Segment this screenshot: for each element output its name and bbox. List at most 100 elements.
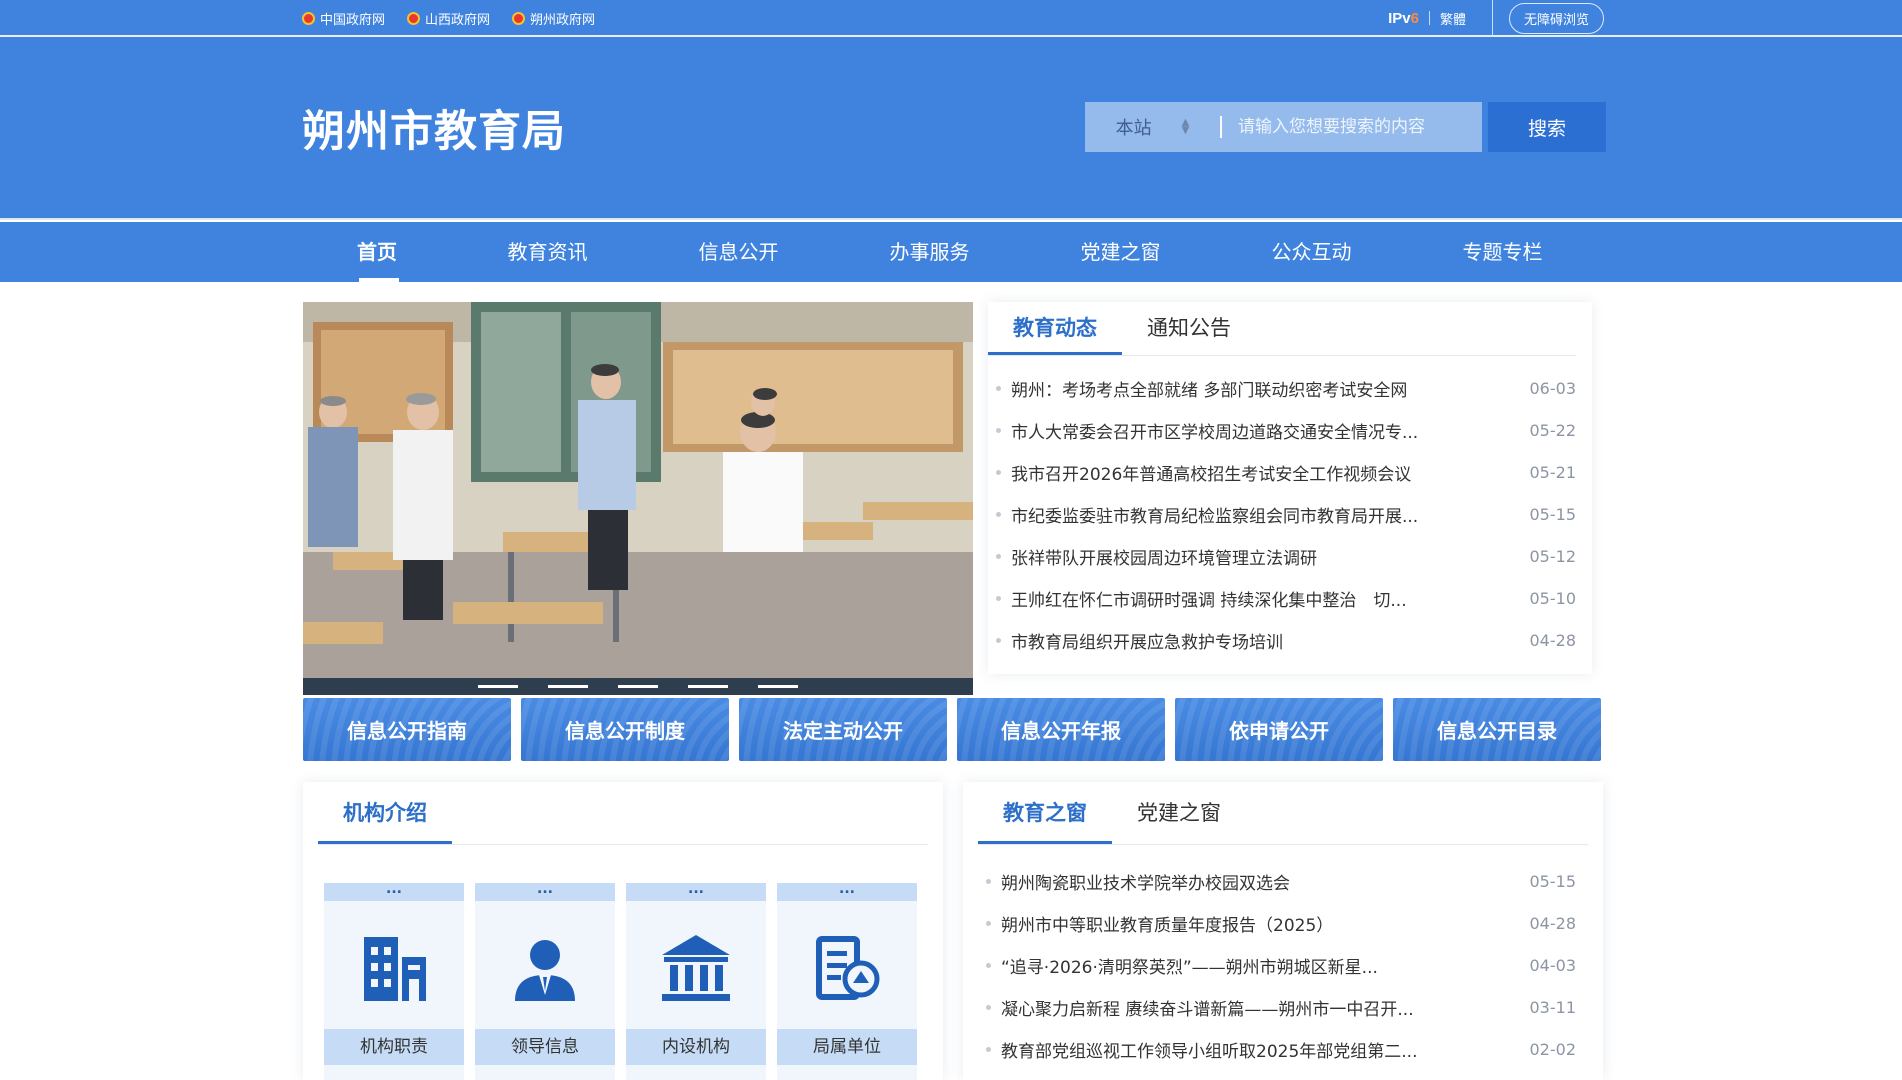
news-list: 朔州：考场考点全部就绪 多部门联动织密考试安全网 06-03 市人大常委会召开市区… (988, 367, 1576, 661)
more-dots-icon: ... (777, 882, 917, 901)
more-dots-icon: ... (324, 882, 464, 901)
news-carousel[interactable] (303, 302, 973, 695)
news-title: 王帅红在怀仁市调研时强调 持续深化集中整治 切... (996, 586, 1407, 611)
building-icon (364, 937, 426, 1001)
carousel-dot[interactable] (618, 685, 658, 688)
gov-links: 中国政府网 山西政府网 朔州政府网 (302, 0, 595, 36)
national-emblem-icon (302, 11, 315, 25)
news-panel: 教育动态 通知公告 朔州：考场考点全部就绪 多部门联动织密考试安全网 06-03 … (988, 302, 1592, 674)
nav-item-services[interactable]: 办事服务 (834, 222, 1025, 282)
org-card-label: 领导信息 (475, 1029, 615, 1065)
statutory-disclosure-button[interactable]: 法定主动公开 (739, 698, 947, 761)
accessible-browse-button[interactable]: 无障碍浏览 (1508, 2, 1604, 34)
news-date: 04-28 (1529, 913, 1577, 933)
top-right-tools: IPv6 繁體 无障碍浏览 (1388, 0, 1604, 36)
tab-org-intro[interactable]: 机构介绍 (318, 782, 452, 844)
nav-item-public-interaction[interactable]: 公众互动 (1216, 222, 1407, 282)
tab-education-news[interactable]: 教育动态 (988, 302, 1122, 355)
traditional-chinese-link[interactable]: 繁體 (1440, 9, 1466, 28)
carousel-dot[interactable] (478, 685, 518, 688)
info-guide-button[interactable]: 信息公开指南 (303, 698, 511, 761)
nav-items: 首页 教育资讯 信息公开 办事服务 党建之窗 公众互动 专题专栏 (302, 222, 1602, 282)
news-title: 凝心聚力启新程 赓续奋斗谱新篇——朔州市一中召开... (986, 995, 1414, 1020)
news-item[interactable]: 朔州：考场考点全部就绪 多部门联动织密考试安全网 06-03 (988, 367, 1576, 409)
window-tabs: 教育之窗 党建之窗 (978, 782, 1588, 845)
tab-notices[interactable]: 通知公告 (1122, 302, 1256, 355)
gov-link-shanxi[interactable]: 山西政府网 (407, 9, 490, 28)
select-arrows-icon: ▲ ▼ (1181, 117, 1190, 136)
news-title: 朔州：考场考点全部就绪 多部门联动织密考试安全网 (996, 376, 1407, 401)
news-item[interactable]: 市教育局组织开展应急救护专场培训 04-28 (988, 619, 1576, 661)
news-title: 市纪委监委驻市教育局纪检监察组会同市教育局开展... (996, 502, 1418, 527)
nav-item-info-disclosure[interactable]: 信息公开 (643, 222, 834, 282)
org-card-label: 机构职责 (324, 1029, 464, 1065)
nav-item-party-building[interactable]: 党建之窗 (1025, 222, 1216, 282)
separator (1428, 11, 1430, 25)
news-title: 朔州市中等职业教育质量年度报告（2025） (986, 911, 1333, 936)
tab-education-window[interactable]: 教育之窗 (978, 782, 1112, 844)
search-scope-select[interactable]: 本站 ▲ ▼ (1085, 102, 1220, 152)
news-date: 04-28 (1529, 630, 1577, 650)
news-item[interactable]: 市纪委监委驻市教育局纪检监察组会同市教育局开展... 05-15 (988, 493, 1576, 535)
news-date: 05-22 (1529, 420, 1577, 440)
annual-report-button[interactable]: 信息公开年报 (957, 698, 1165, 761)
org-cards: ... 机构职责 ... 领导信息 ... 内设机构 ... 局属单位 (324, 882, 917, 1080)
main-nav: 首页 教育资讯 信息公开 办事服务 党建之窗 公众互动 专题专栏 (0, 222, 1902, 282)
news-item[interactable]: 教育部党组巡视工作领导小组听取2025年部党组第二... 02-02 (978, 1028, 1576, 1070)
search-input[interactable] (1220, 102, 1482, 152)
carousel-dot[interactable] (758, 685, 798, 688)
tab-party-window[interactable]: 党建之窗 (1112, 782, 1246, 844)
news-item[interactable]: 朔州市中等职业教育质量年度报告（2025） 04-28 (978, 902, 1576, 944)
top-bar: 中国政府网 山西政府网 朔州政府网 IPv6 繁體 无障碍浏览 (0, 0, 1902, 37)
carousel-photo[interactable] (303, 302, 973, 678)
window-news-list: 朔州陶瓷职业技术学院举办校园双选会 05-15 朔州市中等职业教育质量年度报告（2… (978, 860, 1576, 1070)
search-scope-label: 本站 (1115, 118, 1152, 139)
news-title: “追寻·2026·清明祭英烈”——朔州市朔城区新星... (986, 953, 1378, 978)
news-date: 03-11 (1529, 997, 1577, 1017)
news-date: 06-03 (1529, 378, 1577, 398)
gov-link-shuozhou[interactable]: 朔州政府网 (512, 9, 595, 28)
national-emblem-icon (407, 11, 421, 25)
org-tabs: 机构介绍 (318, 782, 928, 845)
news-item[interactable]: 王帅红在怀仁市调研时强调 持续深化集中整治 切... 05-10 (988, 577, 1576, 619)
org-card-affiliated[interactable]: ... 局属单位 (777, 882, 917, 1080)
national-emblem-icon (512, 11, 526, 25)
site-title: 朔州市教育局 (302, 107, 566, 157)
news-date: 05-12 (1529, 546, 1577, 566)
news-item[interactable]: 我市召开2026年普通高校招生考试安全工作视频会议 05-21 (988, 451, 1576, 493)
news-item[interactable]: 市人大常委会召开市区学校周边道路交通安全情况专... 05-22 (988, 409, 1576, 451)
education-window-panel: 教育之窗 党建之窗 朔州陶瓷职业技术学院举办校园双选会 05-15 朔州市中等职业… (963, 782, 1603, 1080)
info-catalog-button[interactable]: 信息公开目录 (1393, 698, 1601, 761)
info-system-button[interactable]: 信息公开制度 (521, 698, 729, 761)
news-item[interactable]: “追寻·2026·清明祭英烈”——朔州市朔城区新星... 04-03 (978, 944, 1576, 986)
news-item[interactable]: 朔州陶瓷职业技术学院举办校园双选会 05-15 (978, 860, 1576, 902)
search-button[interactable]: 搜索 (1488, 102, 1606, 152)
org-card-departments[interactable]: ... 内设机构 (626, 882, 766, 1080)
search-input-wrap (1220, 102, 1482, 152)
org-card-duties[interactable]: ... 机构职责 (324, 882, 464, 1080)
carousel-dot[interactable] (688, 685, 728, 688)
nav-item-education-news[interactable]: 教育资讯 (452, 222, 643, 282)
separator (1491, 0, 1493, 36)
news-date: 05-10 (1529, 588, 1577, 608)
nav-item-home[interactable]: 首页 (302, 222, 452, 282)
gov-link-china[interactable]: 中国政府网 (302, 9, 385, 28)
news-item[interactable]: 凝心聚力启新程 赓续奋斗谱新篇——朔州市一中召开... 03-11 (978, 986, 1576, 1028)
carousel-dot[interactable] (548, 685, 588, 688)
search-bar: 本站 ▲▼ 搜索 (1085, 102, 1606, 152)
org-card-label: 局属单位 (777, 1029, 917, 1065)
news-item[interactable]: 张祥带队开展校园周边环境管理立法调研 05-12 (988, 535, 1576, 577)
news-date: 05-15 (1529, 871, 1577, 891)
document-badge-icon (816, 936, 880, 1000)
nav-item-special-topics[interactable]: 专题专栏 (1407, 222, 1598, 282)
classroom-photo (303, 302, 973, 678)
request-disclosure-button[interactable]: 依申请公开 (1175, 698, 1383, 761)
info-disclosure-buttons: 信息公开指南 信息公开制度 法定主动公开 信息公开年报 依申请公开 信息公开目录 (303, 698, 1603, 761)
org-card-leaders[interactable]: ... 领导信息 (475, 882, 615, 1080)
ipv6-badge: IPv6 (1388, 9, 1419, 27)
news-title: 朔州陶瓷职业技术学院举办校园双选会 (986, 869, 1290, 894)
news-title: 我市召开2026年普通高校招生考试安全工作视频会议 (996, 460, 1411, 485)
news-title: 张祥带队开展校园周边环境管理立法调研 (996, 544, 1317, 569)
carousel-indicators (303, 678, 973, 695)
news-tabs: 教育动态 通知公告 (988, 302, 1576, 356)
